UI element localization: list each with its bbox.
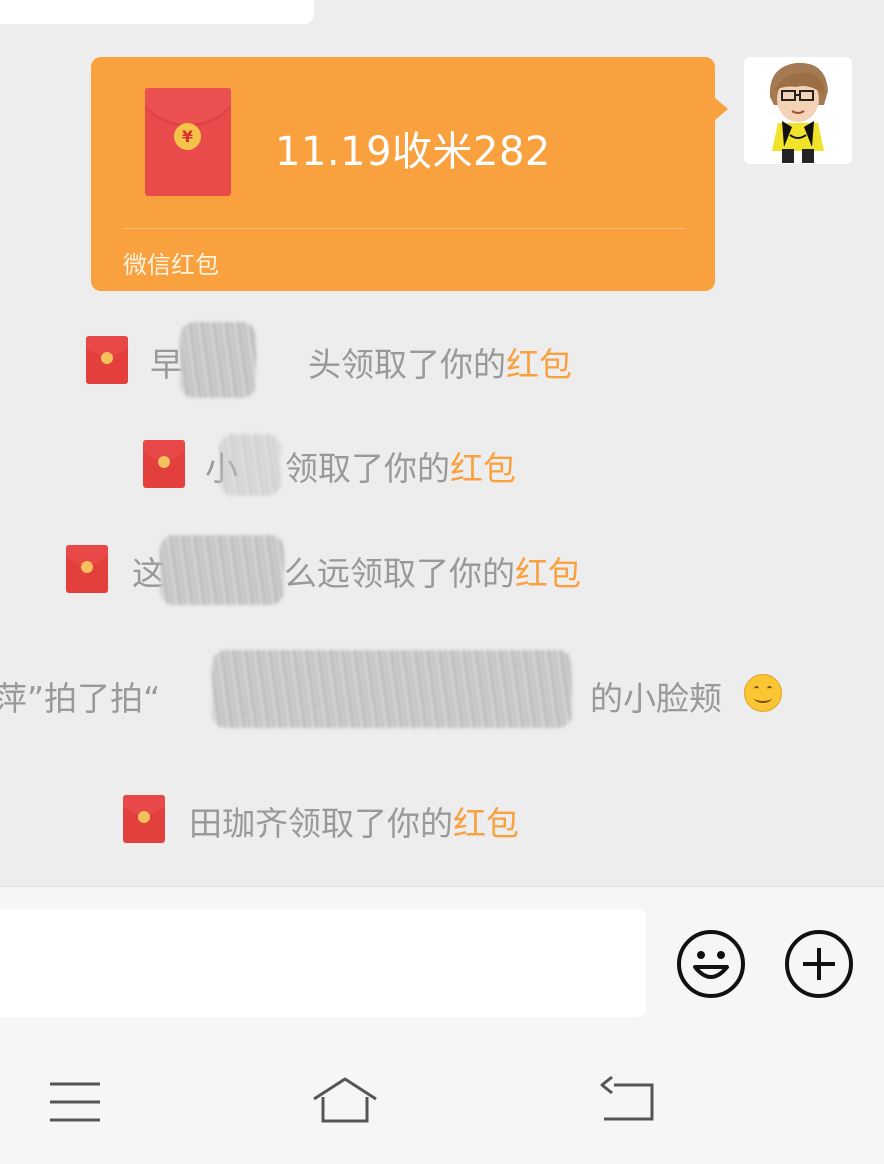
redaction-blur [160,535,284,605]
message-input[interactable] [0,909,646,1017]
red-packet-title: 11.19收米282 [275,129,551,175]
red-packet-label: 微信红包 [123,251,219,279]
redaction-blur [212,650,572,728]
red-packet-mini-icon [123,795,165,843]
avatar[interactable] [744,57,852,164]
red-envelope-icon: ¥ [145,88,231,196]
bubble-tail [715,98,728,120]
previous-message-bubble[interactable] [0,0,314,24]
smiling-face-icon [744,674,782,712]
system-message: 这 么远领取了你的红包 [66,535,636,605]
back-button[interactable] [594,1075,664,1129]
message-action: 领取了你的 [341,345,506,384]
red-packet-link[interactable]: 红包 [453,804,519,843]
redaction-blur [180,322,256,398]
system-message: 小 领取了你的红包 [143,434,563,496]
menu-button[interactable] [40,1075,110,1129]
home-icon [313,1077,377,1123]
red-packet-bubble[interactable]: ¥ 11.19收米282 微信红包 [91,57,715,291]
message-name: 田珈齐 [189,804,288,843]
navigation-bar [0,1021,884,1164]
pat-suffix: 的小脸颊 [590,679,722,718]
message-name-start: 早 [150,345,183,384]
red-packet-mini-icon [86,336,128,384]
pat-message: 萍”拍了拍“ 的小脸颊 [0,650,884,728]
red-packet-mini-icon [143,440,185,488]
chat-area: ¥ 11.19收米282 微信红包 早 头领取了你的红包 领取了你的红包 这 么… [0,0,884,886]
message-action: 领取了你的 [288,804,453,843]
message-action: 领取了你的 [285,449,450,488]
red-packet-link[interactable]: 红包 [450,449,516,488]
input-bar [0,886,884,1021]
system-message: 田珈齐领取了你的红包 [123,795,583,843]
yuan-coin-icon: ¥ [174,123,201,150]
red-packet-link[interactable]: 红包 [506,345,572,384]
home-button[interactable] [310,1075,380,1129]
message-name-end: 头 [308,345,341,384]
red-packet-mini-icon [66,545,108,593]
red-packet-divider [123,228,685,229]
pat-prefix: 萍”拍了拍“ [0,679,161,718]
menu-icon [50,1082,100,1122]
message-action: 领取了你的 [350,554,515,593]
red-packet-link[interactable]: 红包 [515,554,581,593]
back-icon [600,1075,654,1121]
smiley-icon [677,930,745,998]
message-name-end: 么远 [284,554,350,593]
more-button[interactable] [784,929,854,999]
system-message: 早 头领取了你的红包 [86,322,626,398]
redaction-blur [219,434,281,496]
plus-circle-icon [785,930,853,998]
emoji-button[interactable] [676,929,746,999]
